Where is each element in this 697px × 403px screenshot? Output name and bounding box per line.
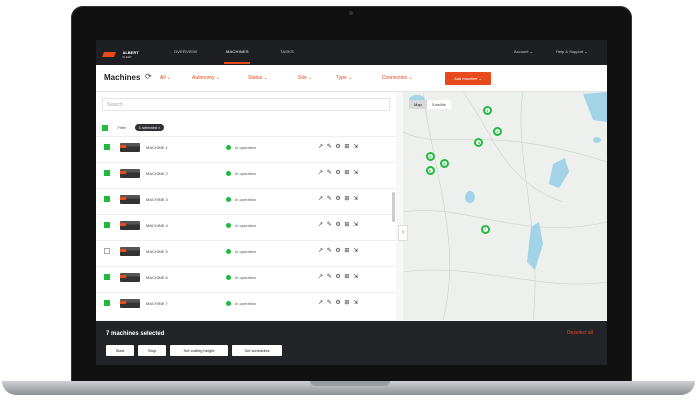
filter-label: Filter [117,125,127,131]
map-marker-icon[interactable]: 2 [492,126,502,136]
machine-thumbnail [120,169,140,178]
machine-name[interactable]: MACHINE 4 [146,223,168,228]
deselect-all-link[interactable]: Deselect all [567,330,593,336]
row-checkbox[interactable] [104,144,110,150]
filter-type[interactable]: Type ⌄ [336,75,352,81]
status-dot [226,171,231,176]
logo-subtitle: FLEET [122,55,132,60]
machine-name[interactable]: MACHINE 5 [146,249,168,254]
stop-button[interactable]: Stop [138,345,166,356]
set-schedules-button[interactable]: Set schedules [232,345,282,356]
map-type-toggle: Map Satellite [409,100,452,109]
table-row[interactable]: MACHINE 3 In operation ↗ ✎ ⚙ ⊞ ⇲ [96,188,396,209]
row-actions[interactable]: ↗ ✎ ⚙ ⊞ ⇲ [318,247,359,254]
row-actions[interactable]: ↗ ✎ ⚙ ⊞ ⇲ [318,273,359,280]
filter-all[interactable]: All ⌄ [160,75,171,81]
page-toolbar: Machines ⟳ All ⌄ Autonomy ⌄ Status ⌄ Sit… [96,65,607,92]
status-dot [226,145,231,150]
nav-overview[interactable]: OVERVIEW [174,49,197,54]
row-actions[interactable]: ↗ ✎ ⚙ ⊞ ⇲ [318,169,359,176]
map-marker-icon[interactable]: 6 [425,165,435,175]
logo-mark-icon [102,52,116,58]
filter-chip[interactable]: 1 selected × [134,124,165,132]
table-row[interactable]: MACHINE 4 In operation ↗ ✎ ⚙ ⊞ ⇲ [96,214,396,235]
machine-status: In operation [235,145,257,150]
machine-thumbnail [120,247,140,256]
page-title: Machines [104,73,141,82]
machine-name[interactable]: MACHINE 7 [146,301,168,306]
machine-name[interactable]: MACHINE 1 [146,145,168,150]
machine-name[interactable]: MACHINE 3 [146,197,168,202]
app-screen: ALBERT FLEET OVERVIEW MACHINES TASKS Acc… [96,40,607,365]
status-dot [226,249,231,254]
account-menu[interactable]: Account ⌄ [514,49,533,54]
webcam [349,11,353,15]
machine-thumbnail [120,195,140,204]
row-checkbox[interactable] [104,300,110,306]
machine-thumbnail [120,299,140,308]
machine-thumbnail [120,273,140,282]
help-menu[interactable]: Help & Support ⌄ [556,49,588,54]
map-marker-icon[interactable]: 1 [482,106,492,116]
list-filter-row: Filter 1 selected × [102,119,302,132]
machine-status: In operation [235,301,257,306]
machine-name[interactable]: MACHINE 6 [146,275,168,280]
machine-thumbnail [120,221,140,230]
machine-thumbnail [120,143,140,152]
table-row[interactable]: MACHINE 2 In operation ↗ ✎ ⚙ ⊞ ⇲ [96,162,396,183]
map-marker-icon[interactable]: 7 [480,224,490,234]
map-marker-icon[interactable]: 5 [439,158,449,168]
collapse-map-icon[interactable]: ‹ [398,225,408,241]
row-checkbox[interactable] [104,274,110,280]
filter-autonomy[interactable]: Autonomy ⌄ [192,75,220,81]
machine-list-panel: Search Filter 1 selected × MACHINE 1 In o… [96,92,396,320]
laptop-notch [310,381,390,386]
row-actions[interactable]: ↗ ✎ ⚙ ⊞ ⇲ [318,299,359,306]
map-canvas [403,92,607,320]
filter-site[interactable]: Site ⌄ [298,75,312,81]
table-row[interactable]: MACHINE 6 In operation ↗ ✎ ⚙ ⊞ ⇲ [96,266,396,287]
row-checkbox[interactable] [104,196,110,202]
row-actions[interactable]: ↗ ✎ ⚙ ⊞ ⇲ [318,221,359,228]
top-navigation-bar: ALBERT FLEET OVERVIEW MACHINES TASKS Acc… [96,40,607,65]
satellite-view-button[interactable]: Satellite [427,100,451,109]
active-nav-indicator [224,62,250,64]
filter-status[interactable]: Status ⌄ [248,75,268,81]
status-dot [226,301,231,306]
status-dot [226,197,231,202]
row-checkbox[interactable] [104,222,110,228]
table-row[interactable]: MACHINE 7 In operation ↗ ✎ ⚙ ⊞ ⇲ [96,292,396,313]
add-machine-button[interactable]: Add machine ⌄ [445,72,491,85]
map-panel[interactable]: Map Satellite 1234567 [403,92,607,320]
machine-status: In operation [235,223,257,228]
machine-status: In operation [235,249,257,254]
nav-tasks[interactable]: TASKS [280,49,294,54]
list-scrollbar[interactable] [392,192,395,222]
nav-machines[interactable]: MACHINES [226,49,249,54]
map-marker-icon[interactable]: 4 [425,151,435,161]
status-dot [226,275,231,280]
search-input[interactable]: Search [102,98,390,111]
machine-status: In operation [235,197,257,202]
machine-name[interactable]: MACHINE 2 [146,171,168,176]
row-actions[interactable]: ↗ ✎ ⚙ ⊞ ⇲ [318,195,359,202]
selection-bar: 7 machines selected Deselect all Start S… [96,321,607,365]
refresh-icon[interactable]: ⟳ [145,72,152,81]
status-dot [226,223,231,228]
set-cutting-height-button[interactable]: Set cutting height [170,345,228,356]
select-all-checkbox[interactable] [102,124,108,131]
row-actions[interactable]: ↗ ✎ ⚙ ⊞ ⇲ [318,143,359,150]
table-row[interactable]: MACHINE 1 In operation ↗ ✎ ⚙ ⊞ ⇲ [96,136,396,157]
row-checkbox[interactable] [104,248,110,254]
table-row[interactable]: MACHINE 5 In operation ↗ ✎ ⚙ ⊞ ⇲ [96,240,396,261]
machine-status: In operation [235,171,257,176]
row-checkbox[interactable] [104,170,110,176]
selected-count: 7 machines selected [106,331,165,337]
map-view-button[interactable]: Map [409,100,427,109]
filter-connection[interactable]: Connection ⌄ [382,75,413,81]
machine-status: In operation [235,275,257,280]
start-button[interactable]: Start [106,345,134,356]
brand-logo[interactable]: ALBERT FLEET [102,46,139,64]
